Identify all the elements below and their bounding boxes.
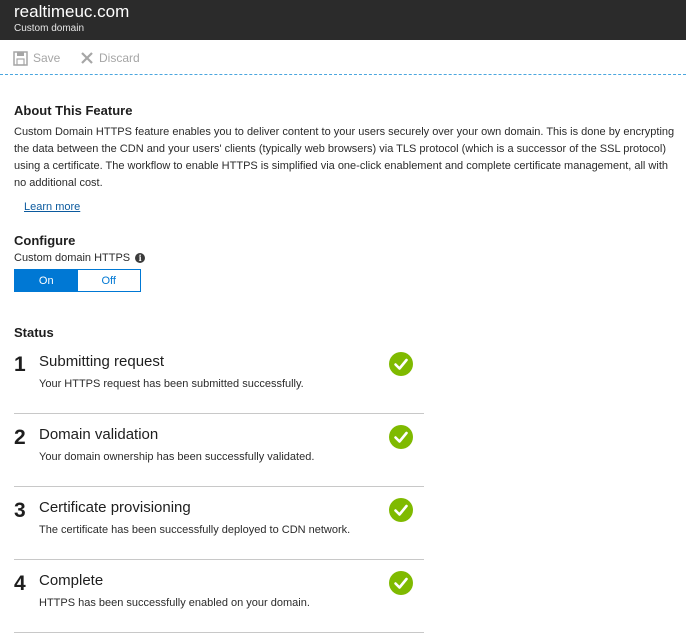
check-circle-icon	[389, 352, 413, 376]
field-label-text: Custom domain HTTPS	[14, 252, 131, 264]
step-title: Complete	[39, 572, 104, 589]
step-number: 3	[14, 499, 26, 522]
info-icon[interactable]: i	[135, 253, 146, 263]
step-number: 4	[14, 572, 26, 595]
save-icon	[13, 50, 28, 66]
command-bar: Save Discard	[0, 40, 686, 75]
blade-header: realtimeuc.com Custom domain	[0, 0, 686, 40]
https-toggle[interactable]: On Off	[14, 269, 141, 292]
status-step-complete: 4 Complete HTTPS has been successfully e…	[14, 560, 424, 633]
toggle-off-option[interactable]: Off	[77, 270, 140, 291]
configure-heading: Configure	[14, 233, 76, 248]
status-step-certificate-provisioning: 3 Certificate provisioning The certifica…	[14, 487, 424, 560]
step-description: Your HTTPS request has been submitted su…	[39, 378, 304, 390]
about-description: Custom Domain HTTPS feature enables you …	[14, 126, 675, 189]
save-label: Save	[33, 51, 61, 65]
save-button[interactable]: Save	[13, 50, 60, 66]
page-subtitle: Custom domain	[14, 23, 85, 34]
check-circle-icon	[389, 498, 413, 522]
check-circle-icon	[389, 571, 413, 595]
custom-domain-https-label: Custom domain HTTPS i	[14, 252, 146, 264]
discard-label: Discard	[99, 51, 140, 65]
status-step-domain-validation: 2 Domain validation Your domain ownershi…	[14, 414, 424, 487]
step-description: HTTPS has been successfully enabled on y…	[39, 597, 310, 609]
step-description: Your domain ownership has been successfu…	[39, 451, 315, 463]
step-number: 2	[14, 426, 26, 449]
step-description: The certificate has been successfully de…	[39, 524, 351, 536]
close-icon	[81, 52, 93, 64]
status-heading: Status	[14, 325, 54, 340]
step-number: 1	[14, 353, 26, 376]
page-title: realtimeuc.com	[14, 2, 130, 21]
toggle-on-option[interactable]: On	[15, 270, 78, 291]
about-heading: About This Feature	[14, 103, 133, 118]
step-title: Domain validation	[39, 426, 159, 443]
step-title: Submitting request	[39, 353, 165, 370]
step-title: Certificate provisioning	[39, 499, 191, 516]
learn-more-link[interactable]: Learn more	[24, 201, 80, 213]
discard-button[interactable]: Discard	[80, 50, 140, 66]
status-step-submitting: 1 Submitting request Your HTTPS request …	[14, 341, 424, 414]
check-circle-icon	[389, 425, 413, 449]
